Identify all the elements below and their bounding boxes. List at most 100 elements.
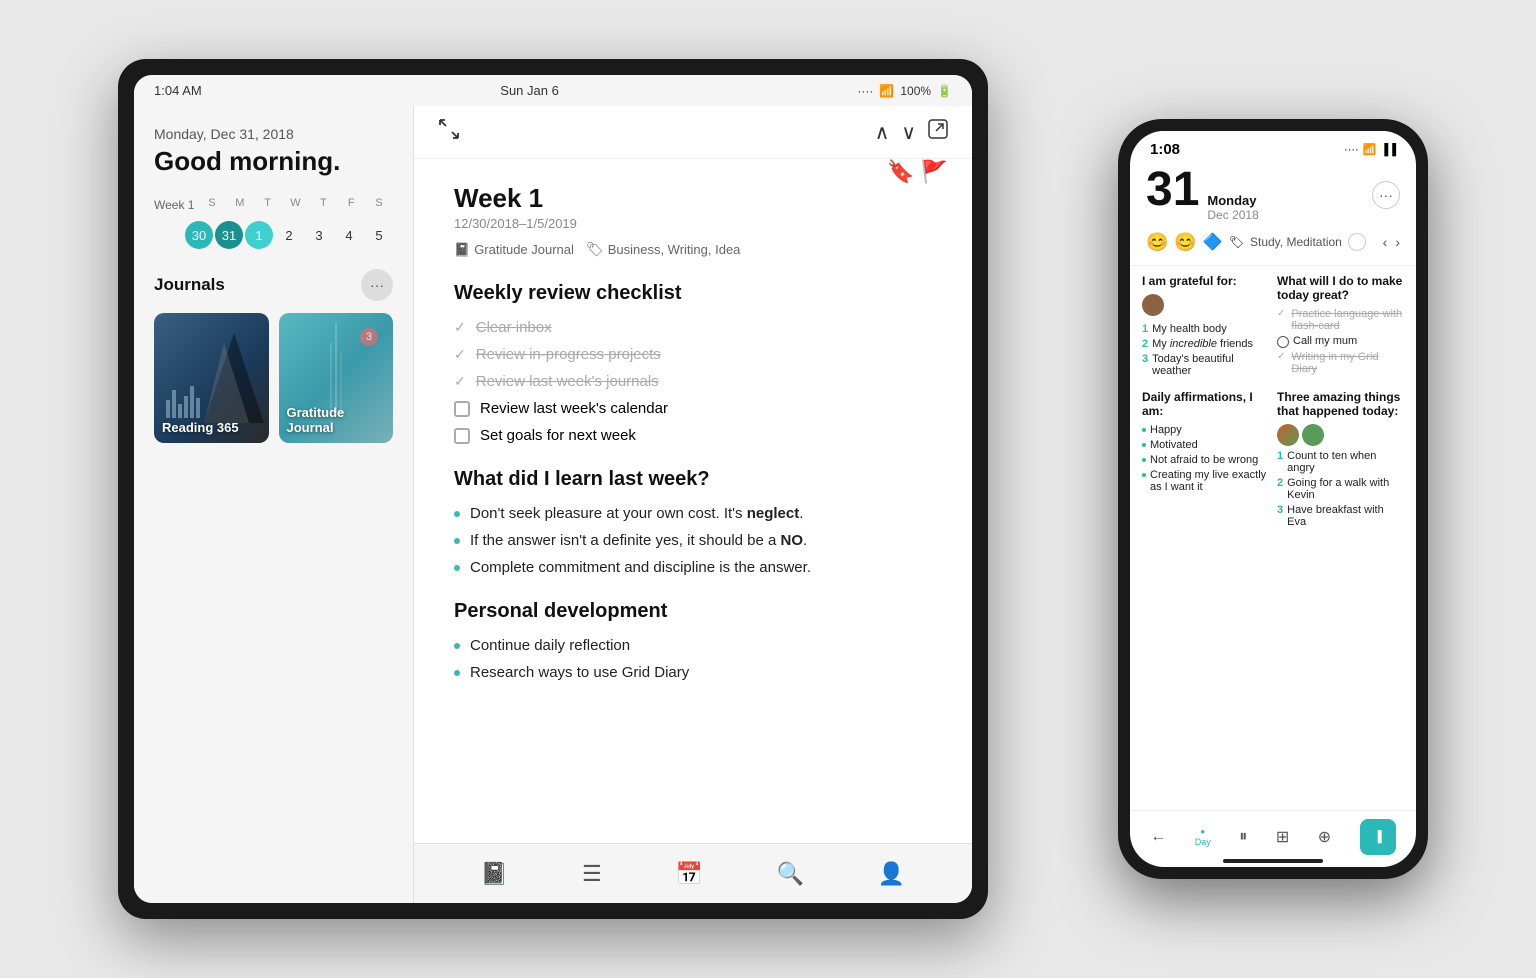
amazing-item-3: 3 Have breakfast with Eva <box>1277 504 1404 528</box>
learn-item-1: Don't seek pleasure at your own cost. It… <box>454 505 932 522</box>
expand-button[interactable] <box>438 118 460 146</box>
phone-emoji-row: 😊 😊 🔷 🏷 Study, Meditation ‹ › <box>1146 232 1400 253</box>
learn-heading: What did I learn last week? <box>454 468 932 491</box>
nav-journal-icon[interactable]: 📓 <box>481 861 508 887</box>
phone-more-button[interactable]: ··· <box>1372 181 1400 209</box>
week-calendar: Week 1 S M T W T F S <box>154 197 393 249</box>
checklist-text-3: Review last week's journals <box>476 373 659 390</box>
day-cell-31[interactable]: 31 <box>215 221 243 249</box>
nav-up-button[interactable]: ∧ <box>875 120 890 145</box>
nav-list-icon[interactable]: ☰ <box>582 861 602 887</box>
amazing-avatar-1 <box>1277 424 1299 446</box>
journal-card-gratitude[interactable]: 3 Gratitude J <box>279 313 394 443</box>
tablet-day: Sun Jan 6 <box>500 83 559 98</box>
journals-grid: Reading 365 3 <box>154 313 393 443</box>
journal-card-reading[interactable]: Reading 365 <box>154 313 269 443</box>
check-done-icon: ✓ <box>454 319 466 336</box>
share-button[interactable] <box>928 119 948 145</box>
phone-date-row: 31 Monday Dec 2018 ··· <box>1146 166 1400 224</box>
grateful-avatar <box>1142 294 1164 316</box>
today-item-2: Call my mum <box>1277 335 1404 348</box>
day-cell-2[interactable]: 2 <box>275 221 303 249</box>
phone-bottom-icons: ← ● Day ⏸ ⊞ ⊕ ▐ <box>1136 819 1410 855</box>
phone-blue-bookmark: 🔷 <box>1203 232 1223 252</box>
nav-profile-icon[interactable]: 👤 <box>878 861 905 887</box>
tablet-device: 1:04 AM Sun Jan 6 ···· 📶 100% 🔋 Monday, … <box>118 59 988 919</box>
phone-tag-icon: 🏷 <box>1229 235 1244 249</box>
journals-title: Journals <box>154 275 225 295</box>
entry-date-range: 12/30/2018–1/5/2019 <box>454 216 932 231</box>
phone-prev-button[interactable]: ‹ <box>1383 234 1388 250</box>
phone-cell-grateful: I am grateful for: 1 My health body 2 My… <box>1142 274 1269 380</box>
affirmation-item-4: Creating my live exactly as I want it <box>1142 469 1269 493</box>
journals-section: Journals ··· <box>154 269 393 903</box>
amazing-avatar-2 <box>1302 424 1324 446</box>
tablet-content: Monday, Dec 31, 2018 Good morning. Week … <box>134 106 972 903</box>
checklist-text-2: Review in-progress projects <box>476 346 661 363</box>
toolbar-right: ∧ ∨ <box>875 119 948 145</box>
phone-day-name: Monday <box>1207 193 1258 208</box>
phone-tags: Study, Meditation <box>1250 235 1342 249</box>
meta-tags: 🏷 Business, Writing, Idea <box>586 241 741 258</box>
tablet-bottom-nav: 📓 ☰ 📅 🔍 👤 <box>414 843 972 903</box>
entry-header: Week 1 12/30/2018–1/5/2019 📓 Gratitude J… <box>454 183 932 258</box>
tablet-time: 1:04 AM <box>154 83 202 98</box>
today-circle-check <box>1277 336 1289 348</box>
journals-header: Journals ··· <box>154 269 393 301</box>
phone-divider <box>1130 265 1416 266</box>
checklist-item-5[interactable]: Set goals for next week <box>454 427 932 444</box>
phone-bottom-bar: ← ● Day ⏸ ⊞ ⊕ ▐ <box>1130 810 1416 867</box>
amazing-item-1: 1 Count to ten when angry <box>1277 450 1404 474</box>
personal-item-2: Research ways to use Grid Diary <box>454 664 932 681</box>
day-dot: ● <box>1200 827 1205 836</box>
main-scroll[interactable]: 🔖 🚩 Week 1 12/30/2018–1/5/2019 📓 Gratitu… <box>414 159 972 843</box>
weekly-review-heading: Weekly review checklist <box>454 282 932 305</box>
checkbox-5[interactable] <box>454 428 470 444</box>
tablet-wifi-icon: 📶 <box>879 84 894 98</box>
affirmation-item-1: Happy <box>1142 424 1269 436</box>
phone-grid-button[interactable]: ⊞ <box>1276 827 1289 847</box>
checklist-item-2: ✓ Review in-progress projects <box>454 346 932 363</box>
personal-item-1: Continue daily reflection <box>454 637 932 654</box>
journals-more-button[interactable]: ··· <box>361 269 393 301</box>
personal-bullet-2 <box>454 670 460 676</box>
checklist-text-4: Review last week's calendar <box>480 400 668 417</box>
phone-cell-affirmations: Daily affirmations, I am: Happy Motivate… <box>1142 390 1269 531</box>
phone-circle-btn[interactable] <box>1348 233 1366 251</box>
day-cell-3[interactable]: 3 <box>305 221 333 249</box>
meta-journal: 📓 Gratitude Journal <box>454 242 574 258</box>
nav-search-icon[interactable]: 🔍 <box>777 861 804 887</box>
day-cell-1[interactable]: 1 <box>245 221 273 249</box>
grateful-text-2: My incredible friends <box>1152 338 1253 350</box>
phone-day-button[interactable]: ● Day <box>1195 827 1211 847</box>
grateful-text-3: Today's beautiful weather <box>1152 353 1269 377</box>
phone-grid-content: I am grateful for: 1 My health body 2 My… <box>1130 274 1416 810</box>
phone-home-indicator <box>1223 859 1323 863</box>
blue-bookmark-icon: 🔖 <box>887 159 914 185</box>
phone-next-button[interactable]: › <box>1395 234 1400 250</box>
affirmation-item-3: Not afraid to be wrong <box>1142 454 1269 466</box>
phone-layers-button[interactable]: ⊕ <box>1318 827 1331 847</box>
week-label: Week 1 <box>154 198 198 212</box>
checklist-item-4[interactable]: Review last week's calendar <box>454 400 932 417</box>
check-done-icon-3: ✓ <box>454 373 466 390</box>
phone-pause-button[interactable]: ⏸ <box>1239 828 1247 846</box>
nav-calendar-icon[interactable]: 📅 <box>675 861 702 887</box>
tablet-sidebar: Monday, Dec 31, 2018 Good morning. Week … <box>134 106 414 903</box>
day-cell-4[interactable]: 4 <box>335 221 363 249</box>
sidebar-greeting: Monday, Dec 31, 2018 Good morning. <box>154 126 393 177</box>
phone-cell-amazing: Three amazing things that happened today… <box>1277 390 1404 531</box>
checklist-text-5: Set goals for next week <box>480 427 636 444</box>
learn-text-3: Complete commitment and discipline is th… <box>470 559 811 576</box>
phone-back-button[interactable]: ← <box>1150 828 1166 846</box>
phone-screen: 1:08 ···· 📶 ▐▐ 31 Monday Dec 2018 <box>1130 131 1416 867</box>
phone-teal-pill[interactable]: ▐ <box>1360 819 1396 855</box>
nav-down-button[interactable]: ∨ <box>901 120 916 145</box>
day-cell-5[interactable]: 5 <box>365 221 393 249</box>
tag-icon: 🏷 <box>586 241 604 258</box>
personal-heading: Personal development <box>454 600 932 623</box>
day-cell-30[interactable]: 30 <box>185 221 213 249</box>
sidebar-good-morning: Good morning. <box>154 146 393 177</box>
week-days: 30 31 1 2 3 4 5 <box>185 221 393 249</box>
checkbox-4[interactable] <box>454 401 470 417</box>
